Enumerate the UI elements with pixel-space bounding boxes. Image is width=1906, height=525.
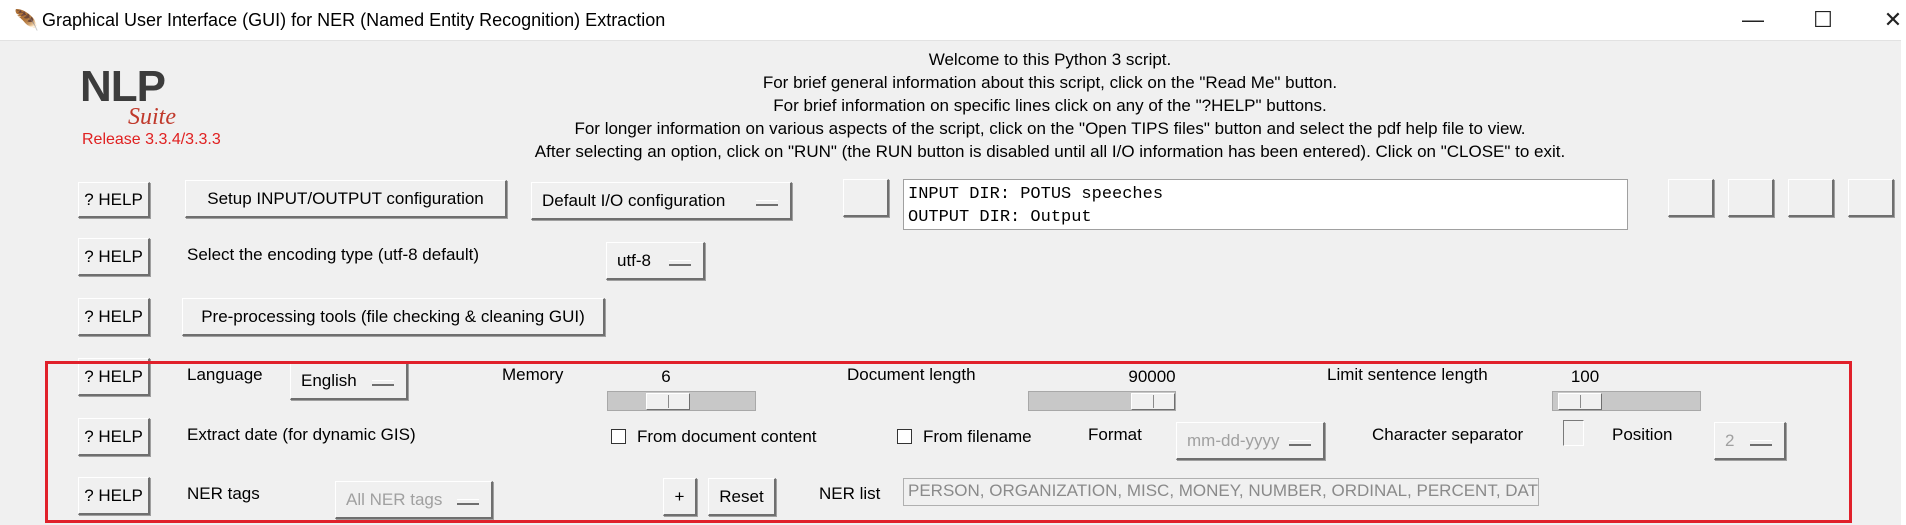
welcome-line: For longer information on various aspect… [574, 119, 1526, 138]
window-right-edge [1901, 0, 1906, 525]
setup-io-button[interactable]: Setup INPUT/OUTPUT configuration [185, 180, 507, 218]
close-window-button[interactable]: ✕ [1863, 0, 1906, 40]
menu-indicator-icon [669, 259, 691, 266]
preprocessing-tools-button[interactable]: Pre-processing tools (file checking & cl… [182, 298, 605, 336]
welcome-text: Welcome to this Python 3 script. For bri… [400, 48, 1700, 163]
help-button-preprocess[interactable]: ? HELP [78, 298, 150, 336]
welcome-line: For brief general information about this… [762, 73, 1338, 92]
help-button-encoding[interactable]: ? HELP [78, 238, 150, 276]
io-config-menu[interactable]: Default I/O configuration [531, 182, 792, 220]
toolbar-button-4[interactable] [1848, 179, 1894, 217]
io-extra-button[interactable] [843, 179, 889, 217]
welcome-line: For brief information on specific lines … [773, 96, 1327, 115]
menu-indicator-icon [756, 199, 778, 206]
minimize-button[interactable]: — [1723, 0, 1783, 40]
encoding-value: utf-8 [617, 250, 652, 270]
io-config-menu-value: Default I/O configuration [542, 190, 726, 210]
toolbar-button-3[interactable] [1788, 179, 1834, 217]
release-label: Release 3.3.4/3.3.3 [82, 131, 221, 148]
logo-suite-text: Suite [128, 104, 176, 130]
welcome-line: After selecting an option, click on "RUN… [534, 142, 1566, 161]
io-output-line: OUTPUT DIR: Output [908, 208, 1092, 227]
encoding-label: Select the encoding type (utf-8 default) [187, 245, 480, 264]
io-info-textbox: INPUT DIR: POTUS speeches OUTPUT DIR: Ou… [903, 179, 1628, 230]
toolbar-button-1[interactable] [1668, 179, 1714, 217]
help-button-io[interactable]: ? HELP [78, 182, 150, 218]
nlp-suite-logo: NLP Suite Release 3.3.4/3.3.3 [80, 62, 240, 152]
encoding-menu[interactable]: utf-8 [606, 242, 705, 280]
highlight-box [45, 361, 1852, 523]
maximize-button[interactable]: ☐ [1793, 0, 1853, 40]
feather-icon: 🪶 [14, 10, 39, 32]
window-title: Graphical User Interface (GUI) for NER (… [42, 10, 666, 30]
io-input-line: INPUT DIR: POTUS speeches [908, 185, 1164, 204]
title-bar: 🪶 Graphical User Interface (GUI) for NER… [0, 0, 1906, 41]
welcome-line: Welcome to this Python 3 script. [928, 50, 1172, 69]
toolbar-button-2[interactable] [1728, 179, 1774, 217]
